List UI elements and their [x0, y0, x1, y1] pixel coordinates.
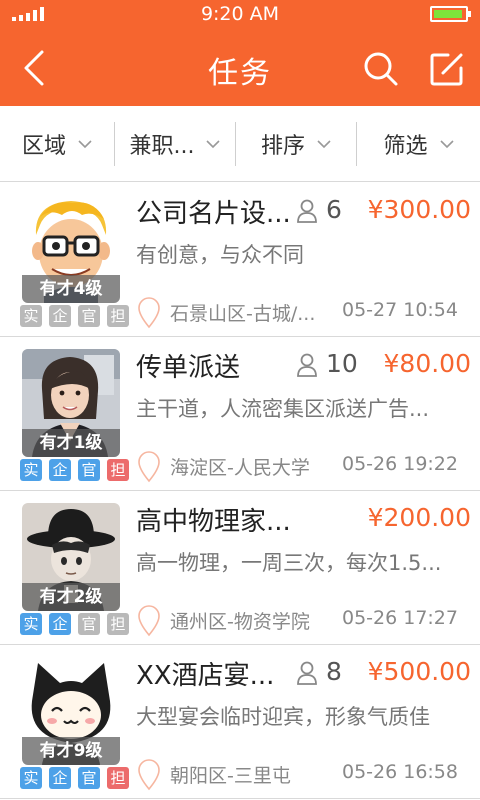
- official-tag: 官: [78, 613, 100, 635]
- price: ¥200.00: [367, 503, 471, 532]
- headcount: 6: [326, 195, 342, 224]
- price: ¥300.00: [367, 195, 471, 224]
- verification-tags: 实 企 官 担: [20, 613, 136, 637]
- task-description: 大型宴会临时迎宾，形象气质佳: [136, 705, 430, 729]
- person-icon: [297, 353, 317, 377]
- level-badge: 有才1级: [22, 429, 120, 457]
- guarantee-tag: 担: [107, 459, 129, 481]
- battery-icon: [430, 6, 471, 22]
- avatar: 有才2级: [22, 503, 120, 611]
- location-icon: [138, 759, 160, 791]
- filter-area[interactable]: 区域: [0, 106, 114, 182]
- avatar: 有才1级: [22, 349, 120, 457]
- task-title: 公司名片设...: [136, 199, 291, 229]
- task-title: 高中物理家...: [136, 507, 291, 537]
- guarantee-tag: 担: [107, 613, 129, 635]
- search-icon[interactable]: [362, 50, 400, 88]
- enterprise-tag: 企: [49, 613, 71, 635]
- avatar: 有才9级: [22, 657, 120, 765]
- status-time: 9:20 AM: [200, 3, 280, 25]
- task-description: 有创意，与众不同: [136, 243, 304, 267]
- level-badge: 有才4级: [22, 275, 120, 303]
- official-tag: 官: [78, 767, 100, 789]
- chevron-down-icon: [439, 140, 454, 149]
- task-card[interactable]: 有才4级 实 企 官 担 公司名片设... 6 ¥300.00 有创意，与众不同…: [0, 183, 480, 337]
- filter-area-label: 区域: [21, 134, 66, 159]
- task-card[interactable]: 有才1级 实 企 官 担 传单派送 10 ¥80.00 主干道，人流密集区派送广…: [0, 337, 480, 491]
- guarantee-tag: 担: [107, 767, 129, 789]
- task-location: 通州区-物资学院: [170, 611, 310, 633]
- status-bar: 9:20 AM: [0, 0, 480, 28]
- filter-job-type[interactable]: 兼职...: [115, 106, 235, 182]
- price: ¥500.00: [367, 657, 471, 686]
- task-time: 05-26 16:58: [341, 761, 458, 783]
- avatar: 有才4级: [22, 195, 120, 303]
- enterprise-tag: 企: [49, 767, 71, 789]
- filter-bar: 区域 兼职... 排序 筛选: [0, 106, 480, 182]
- verification-tags: 实 企 官 担: [20, 305, 136, 329]
- task-location: 石景山区-古城/...: [170, 303, 316, 325]
- filter-screen[interactable]: 筛选: [357, 106, 480, 182]
- enterprise-tag: 企: [49, 459, 71, 481]
- real-name-tag: 实: [20, 767, 42, 789]
- location-icon: [138, 297, 160, 329]
- verification-tags: 实 企 官 担: [20, 767, 136, 791]
- filter-job-type-label: 兼职...: [129, 134, 195, 159]
- task-time: 05-27 10:54: [341, 299, 458, 321]
- task-description: 主干道，人流密集区派送广告...: [136, 397, 430, 421]
- real-name-tag: 实: [20, 613, 42, 635]
- chevron-down-icon: [206, 140, 221, 149]
- level-badge: 有才9级: [22, 737, 120, 765]
- headcount: 8: [326, 657, 342, 686]
- chevron-down-icon: [317, 140, 331, 149]
- task-location: 朝阳区-三里屯: [170, 765, 291, 787]
- task-card[interactable]: 有才9级 实 企 官 担 XX酒店宴... 8 ¥500.00 大型宴会临时迎宾…: [0, 645, 480, 799]
- filter-sort[interactable]: 排序: [236, 106, 356, 182]
- person-icon: [297, 661, 317, 685]
- real-name-tag: 实: [20, 305, 42, 327]
- official-tag: 官: [78, 459, 100, 481]
- chevron-down-icon: [78, 140, 92, 149]
- location-icon: [138, 451, 160, 483]
- location-icon: [138, 605, 160, 637]
- guarantee-tag: 担: [107, 305, 129, 327]
- task-title: 传单派送: [136, 353, 241, 383]
- task-card[interactable]: 有才2级 实 企 官 担 高中物理家... ¥200.00 高一物理，一周三次，…: [0, 491, 480, 645]
- real-name-tag: 实: [20, 459, 42, 481]
- enterprise-tag: 企: [49, 305, 71, 327]
- filter-screen-label: 筛选: [383, 134, 428, 159]
- price: ¥80.00: [383, 349, 471, 378]
- edit-icon[interactable]: [428, 50, 466, 88]
- official-tag: 官: [78, 305, 100, 327]
- task-description: 高一物理，一周三次，每次1.5...: [136, 551, 442, 575]
- level-badge: 有才2级: [22, 583, 120, 611]
- task-location: 海淀区-人民大学: [170, 457, 310, 479]
- page-title: 任务: [208, 56, 272, 91]
- filter-sort-label: 排序: [260, 134, 305, 159]
- nav-bar: 任务: [0, 28, 480, 106]
- task-title: XX酒店宴...: [136, 661, 275, 691]
- task-time: 05-26 17:27: [341, 607, 458, 629]
- headcount: 10: [326, 349, 358, 378]
- task-time: 05-26 19:22: [341, 453, 458, 475]
- verification-tags: 实 企 官 担: [20, 459, 136, 483]
- person-icon: [297, 199, 317, 223]
